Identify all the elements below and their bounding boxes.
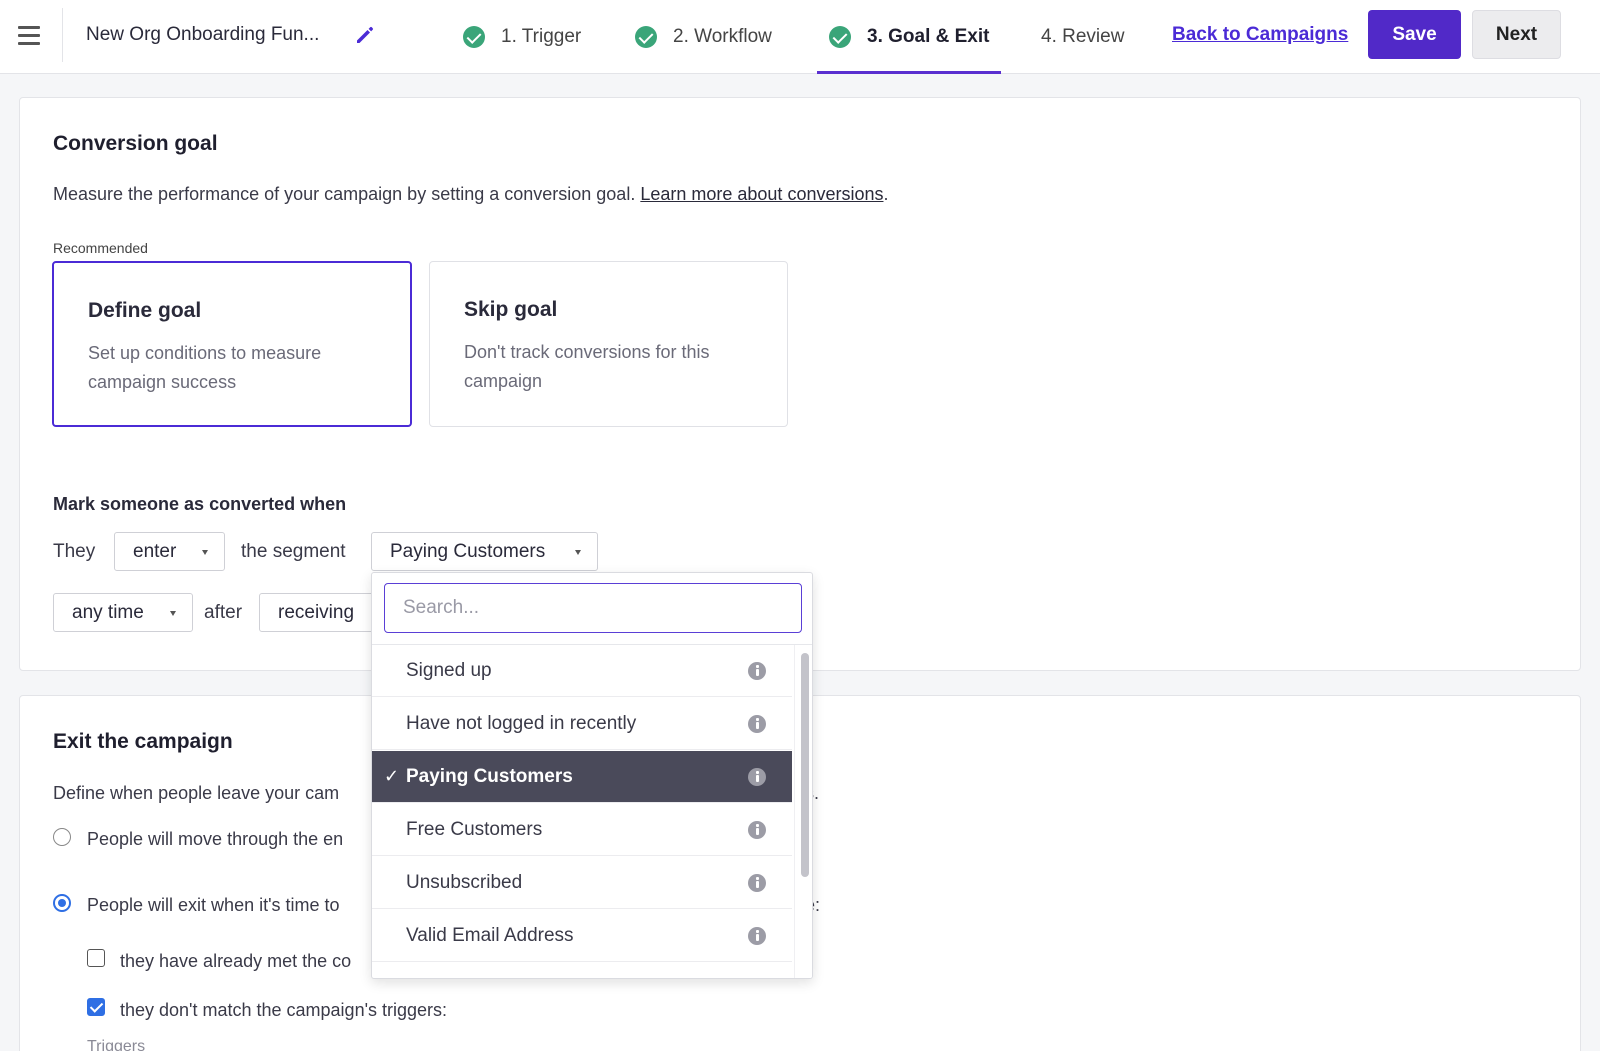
scrollbar-thumb[interactable] (801, 653, 809, 877)
skip-goal-desc: Don't track conversions for this campaig… (464, 342, 710, 391)
the-segment-label: the segment (241, 541, 346, 562)
triggers-label: Triggers (87, 1038, 146, 1051)
segment-option-signed-up[interactable]: Signed up (372, 645, 792, 697)
info-icon[interactable] (748, 715, 766, 733)
segment-option-label: Paying Customers (406, 766, 573, 787)
segment-option-paying-customers[interactable]: ✓ Paying Customers (372, 751, 792, 803)
caret-down-icon (575, 550, 581, 555)
define-goal-option[interactable]: Define goal Set up conditions to measure… (52, 261, 412, 427)
define-goal-title: Define goal (88, 299, 202, 322)
check-circle-icon (635, 26, 657, 48)
caret-down-icon (202, 550, 208, 555)
they-label: They (53, 541, 96, 562)
segment-select[interactable]: Paying Customers (371, 532, 598, 571)
exit-campaign-title: Exit the campaign (53, 730, 233, 753)
time-select-value: any time (72, 601, 144, 623)
menu-icon[interactable] (16, 24, 42, 46)
recommended-label: Recommended (53, 240, 148, 256)
info-icon[interactable] (748, 927, 766, 945)
dropdown-scrollbar[interactable] (794, 645, 812, 978)
tab-trigger[interactable]: 1. Trigger (463, 0, 581, 74)
period: . (883, 184, 889, 204)
segment-select-value: Paying Customers (390, 540, 546, 562)
mark-converted-title: Mark someone as converted when (53, 494, 347, 514)
time-select[interactable]: any time (53, 593, 193, 632)
info-icon[interactable] (748, 874, 766, 892)
divider (62, 8, 63, 62)
segment-list: Signed up Have not logged in recently ✓ … (372, 645, 792, 978)
exit-option-end-radio[interactable] (53, 828, 71, 846)
tab-label: 1. Trigger (501, 26, 582, 47)
info-icon[interactable] (748, 821, 766, 839)
campaign-name: New Org Onboarding Fun... (86, 24, 320, 45)
segment-dropdown: Signed up Have not logged in recently ✓ … (371, 572, 813, 979)
caret-down-icon (170, 611, 176, 616)
segment-option-label: Free Customers (406, 819, 543, 840)
segment-option-label: Unsubscribed (406, 872, 523, 893)
conversion-description-text: Measure the performance of your campaign… (53, 184, 636, 204)
info-icon[interactable] (748, 768, 766, 786)
top-bar: New Org Onboarding Fun... 1. Trigger 2. … (0, 0, 1600, 74)
check-circle-icon (829, 26, 851, 48)
after-label: after (204, 602, 243, 623)
check-icon: ✓ (384, 766, 400, 786)
skip-goal-title: Skip goal (464, 298, 558, 321)
conversion-description: Measure the performance of your campaign… (53, 184, 889, 205)
tab-label: 2. Workflow (673, 26, 772, 47)
learn-more-link[interactable]: Learn more about conversions (640, 184, 883, 204)
define-goal-desc: Set up conditions to measure campaign su… (88, 343, 322, 392)
receiving-select-value: receiving (278, 601, 355, 623)
back-to-campaigns-link[interactable]: Back to Campaigns (1172, 24, 1348, 46)
segment-search-input[interactable] (384, 583, 802, 633)
triggers-mismatch-checkbox[interactable] (87, 998, 105, 1016)
segment-option-valid-email[interactable]: Valid Email Address (372, 910, 792, 962)
tab-label: 3. Goal & Exit (867, 26, 990, 47)
segment-option-label: Valid Email Address (406, 925, 574, 946)
segment-option-label: Signed up (406, 660, 492, 681)
save-button[interactable]: Save (1368, 10, 1461, 59)
segment-option-free-customers[interactable]: Free Customers (372, 804, 792, 856)
exit-option-time-label: People will exit when it's time to (87, 895, 340, 915)
pencil-icon[interactable] (354, 24, 376, 46)
tab-review[interactable]: 4. Review (1041, 0, 1124, 74)
triggers-mismatch-label: they don't match the campaign's triggers… (120, 1000, 448, 1020)
exit-option-end-label: People will move through the en (87, 829, 344, 849)
segment-option-label: Have not logged in recently (406, 713, 637, 734)
segment-option-unsubscribed[interactable]: Unsubscribed (372, 857, 792, 909)
tab-label: 4. Review (1041, 26, 1125, 47)
conversion-goal-title: Conversion goal (53, 132, 218, 155)
exit-description: Define when people leave your cam (53, 783, 340, 803)
met-conversion-label: they have already met the co (120, 951, 352, 971)
exit-option-time-radio[interactable] (53, 894, 71, 912)
next-button[interactable]: Next (1472, 10, 1561, 59)
info-icon[interactable] (748, 662, 766, 680)
enter-select[interactable]: enter (114, 532, 225, 571)
receiving-select[interactable]: receiving (259, 593, 389, 632)
met-conversion-checkbox[interactable] (87, 949, 105, 967)
skip-goal-option[interactable]: Skip goal Don't track conversions for th… (429, 261, 788, 427)
tab-workflow[interactable]: 2. Workflow (635, 0, 772, 74)
segment-option-not-logged-in[interactable]: Have not logged in recently (372, 698, 792, 750)
tab-goal-exit[interactable]: 3. Goal & Exit (816, 0, 1003, 74)
check-circle-icon (463, 26, 485, 48)
enter-select-value: enter (133, 540, 177, 562)
